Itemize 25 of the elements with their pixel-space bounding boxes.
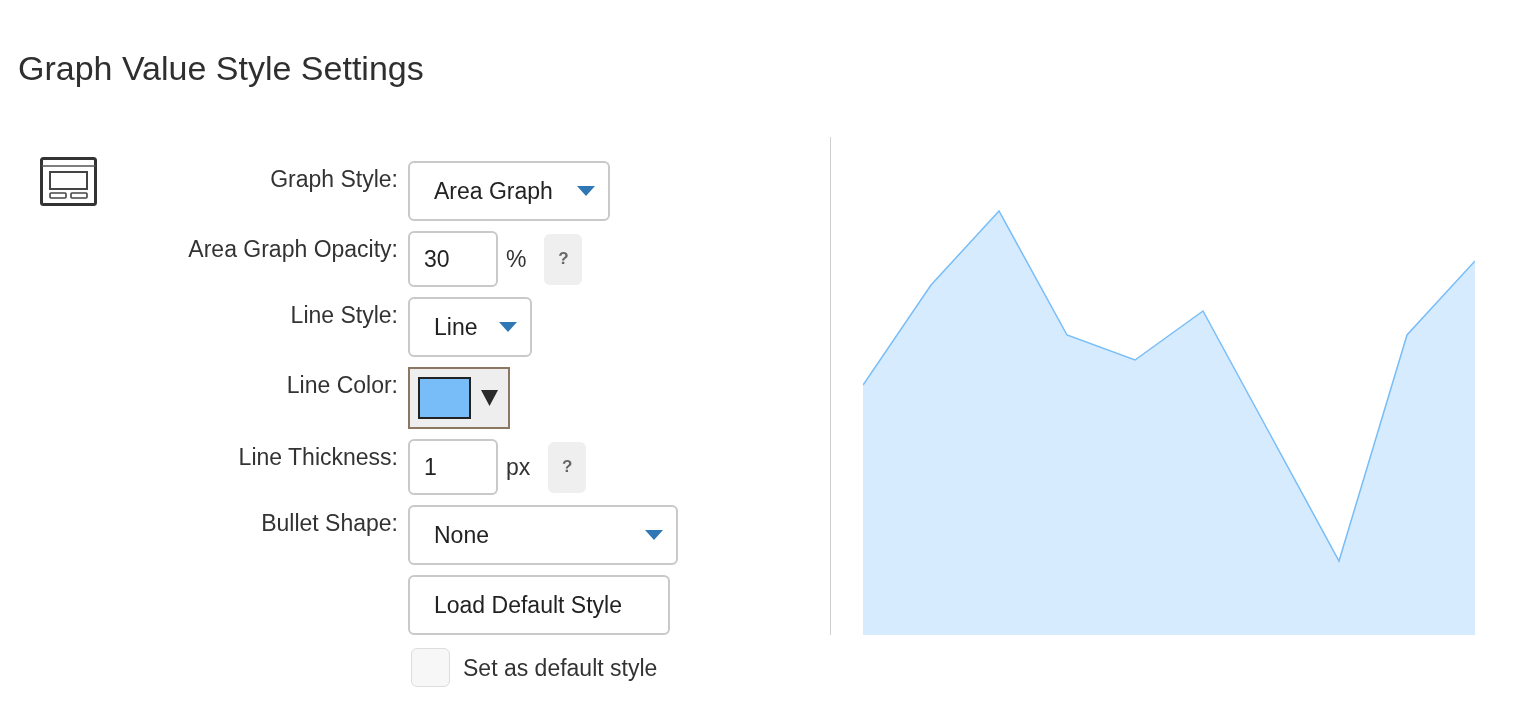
field-label: Bullet Shape: xyxy=(261,510,398,536)
caret-down-icon xyxy=(481,390,498,406)
caret-down-icon xyxy=(577,186,595,196)
field-label: Line Style: xyxy=(290,302,398,328)
caret-down-icon xyxy=(499,322,517,332)
field-label: Line Color: xyxy=(286,372,398,398)
load-default-style-button[interactable]: Load Default Style xyxy=(408,575,670,635)
dropdown-select[interactable]: Line xyxy=(408,297,532,357)
help-button[interactable]: ? xyxy=(548,441,587,493)
field-label: Graph Style: xyxy=(270,166,398,192)
unit-label: % xyxy=(506,246,527,272)
field-label: Area Graph Opacity: xyxy=(188,236,398,262)
dropdown-select[interactable]: Area Graph xyxy=(408,161,610,221)
number-input[interactable]: 1 xyxy=(408,439,498,495)
dropdown-select[interactable]: None xyxy=(408,505,678,565)
page-title: Graph Value Style Settings xyxy=(18,48,424,89)
help-button[interactable]: ? xyxy=(544,233,583,285)
color-picker-button[interactable] xyxy=(408,367,510,429)
window-icon xyxy=(40,157,97,206)
checkbox-label: Set as default style xyxy=(463,654,658,681)
number-input[interactable]: 30 xyxy=(408,231,498,287)
checkbox[interactable] xyxy=(411,648,450,687)
unit-label: px xyxy=(506,454,531,480)
caret-down-icon xyxy=(645,530,663,540)
field-label: Line Thickness: xyxy=(238,444,398,470)
